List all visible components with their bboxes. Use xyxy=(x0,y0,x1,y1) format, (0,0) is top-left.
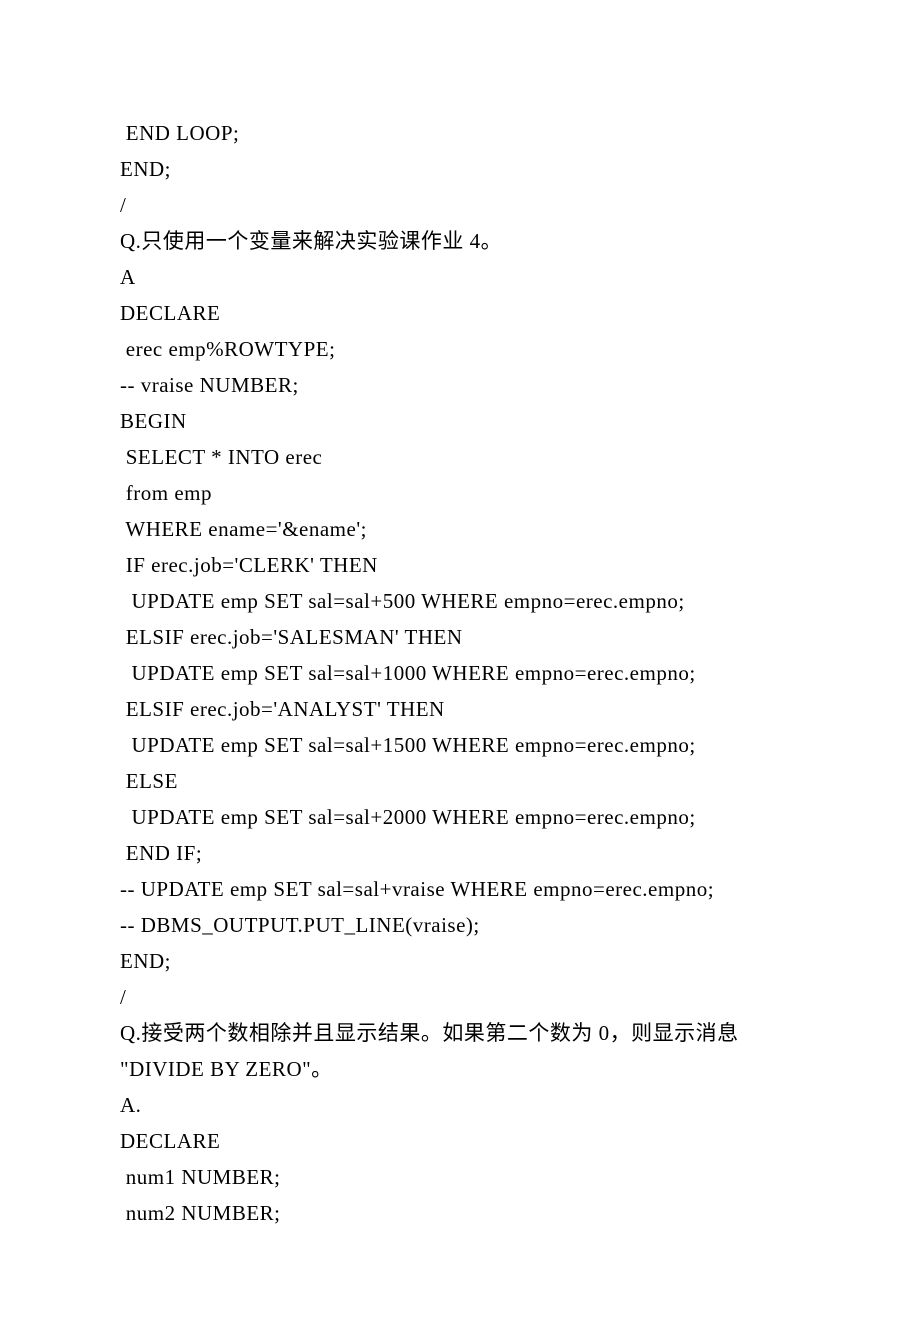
code-line: ELSIF erec.job='ANALYST' THEN xyxy=(120,691,800,727)
code-line: UPDATE emp SET sal=sal+500 WHERE empno=e… xyxy=(120,583,800,619)
code-line: num2 NUMBER; xyxy=(120,1195,800,1231)
code-line: -- vraise NUMBER; xyxy=(120,367,800,403)
answer-label: A. xyxy=(120,1087,800,1123)
code-line: ELSE xyxy=(120,763,800,799)
code-line: SELECT * INTO erec xyxy=(120,439,800,475)
question-line: Q.只使用一个变量来解决实验课作业 4。 xyxy=(120,223,800,259)
code-line: num1 NUMBER; xyxy=(120,1159,800,1195)
code-line: erec emp%ROWTYPE; xyxy=(120,331,800,367)
code-line: IF erec.job='CLERK' THEN xyxy=(120,547,800,583)
question-line: "DIVIDE BY ZERO"。 xyxy=(120,1051,800,1087)
answer-label: A xyxy=(120,259,800,295)
question-line: Q.接受两个数相除并且显示结果。如果第二个数为 0，则显示消息 xyxy=(120,1015,800,1051)
code-line: UPDATE emp SET sal=sal+2000 WHERE empno=… xyxy=(120,799,800,835)
code-line: END; xyxy=(120,151,800,187)
code-line: -- UPDATE emp SET sal=sal+vraise WHERE e… xyxy=(120,871,800,907)
code-line: UPDATE emp SET sal=sal+1000 WHERE empno=… xyxy=(120,655,800,691)
code-line: END; xyxy=(120,943,800,979)
code-line: WHERE ename='&ename'; xyxy=(120,511,800,547)
code-line: END IF; xyxy=(120,835,800,871)
code-line: DECLARE xyxy=(120,295,800,331)
code-line: -- DBMS_OUTPUT.PUT_LINE(vraise); xyxy=(120,907,800,943)
code-line: END LOOP; xyxy=(120,115,800,151)
code-line: DECLARE xyxy=(120,1123,800,1159)
code-line: / xyxy=(120,187,800,223)
code-line: BEGIN xyxy=(120,403,800,439)
code-line: ELSIF erec.job='SALESMAN' THEN xyxy=(120,619,800,655)
code-line: UPDATE emp SET sal=sal+1500 WHERE empno=… xyxy=(120,727,800,763)
document-page: END LOOP; END; / Q.只使用一个变量来解决实验课作业 4。 A … xyxy=(0,0,920,1331)
code-line: / xyxy=(120,979,800,1015)
code-line: from emp xyxy=(120,475,800,511)
